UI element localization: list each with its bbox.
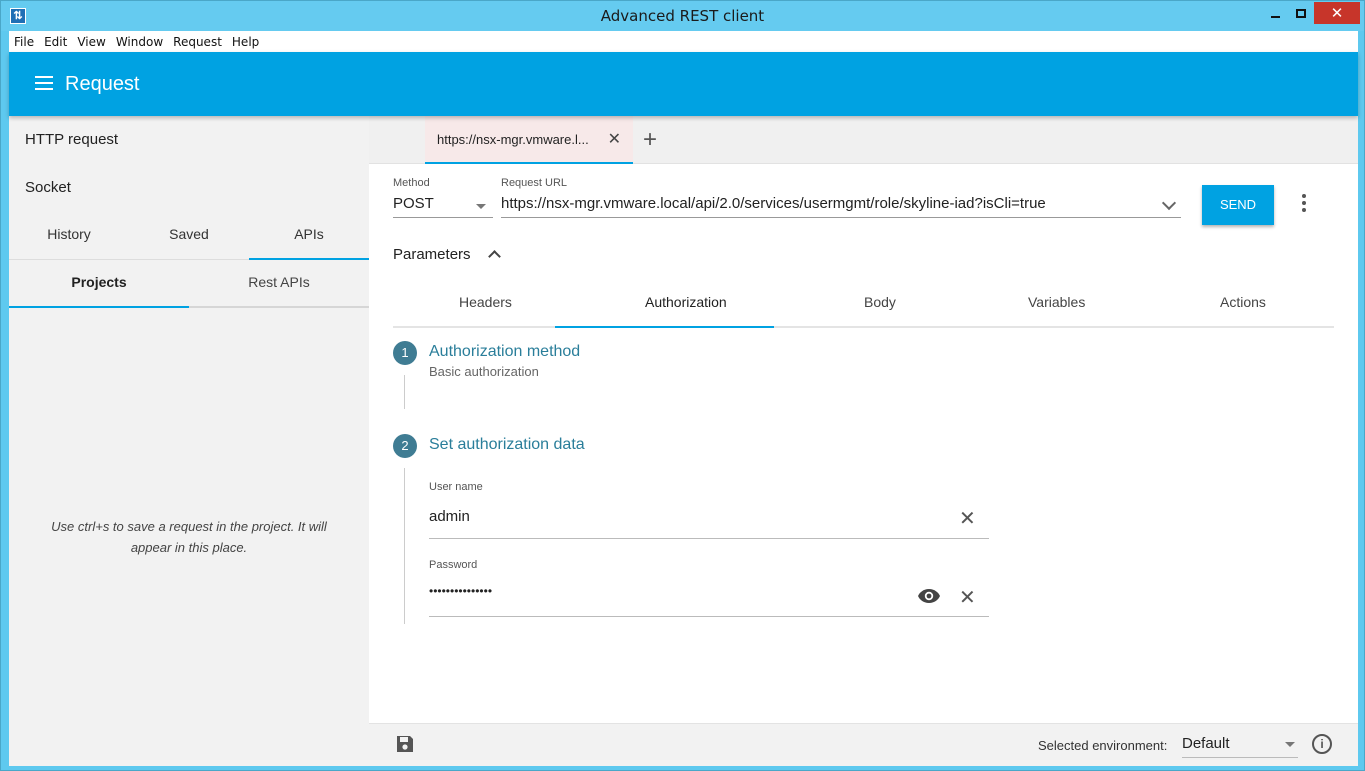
clear-password-icon[interactable]: ✕ [959,585,976,610]
step-1-title[interactable]: Authorization method [429,343,580,361]
menu-help[interactable]: Help [227,35,264,49]
tab-actions[interactable]: Actions [1220,294,1266,310]
nav-http-request[interactable]: HTTP request [25,131,118,148]
menu-window[interactable]: Window [111,35,168,49]
tab-headers[interactable]: Headers [459,294,512,310]
maximize-icon [1296,8,1306,18]
environment-dropdown-icon[interactable] [1285,742,1295,747]
environment-label: Selected environment: [1038,738,1168,753]
tab-history[interactable]: History [9,214,129,259]
username-label: User name [429,481,483,493]
method-select[interactable]: POST [393,195,434,212]
method-dropdown-icon[interactable] [476,204,486,209]
tab-variables[interactable]: Variables [1028,294,1085,310]
sidebar: HTTP request Socket History Saved APIs P… [9,116,369,766]
page-title: Request [65,73,140,95]
sidebar-subtabs: Projects Rest APIs [9,260,369,308]
title-bar: ⇅ Advanced REST client ✕ [1,1,1364,31]
minimize-icon [1270,16,1280,18]
username-input[interactable]: admin [429,508,470,525]
close-icon: ✕ [1330,5,1344,22]
step-2-badge: 2 [393,434,417,458]
clear-username-icon[interactable]: ✕ [959,506,976,531]
send-button[interactable]: SEND [1202,185,1274,225]
active-tab-indicator [555,326,774,328]
add-tab-icon[interactable]: + [643,126,657,154]
menu-bar: File Edit View Window Request Help [9,31,1358,52]
footer-bar: Selected environment: Default i [369,723,1358,766]
nav-socket[interactable]: Socket [25,179,71,196]
more-options-icon[interactable] [1302,194,1306,215]
save-icon[interactable] [396,735,414,753]
url-input[interactable]: https://nsx-mgr.vmware.local/api/2.0/ser… [501,195,1046,212]
menu-view[interactable]: View [72,35,110,49]
info-icon[interactable]: i [1312,734,1332,754]
environment-select[interactable]: Default [1182,735,1230,752]
password-underline [429,616,989,617]
eye-icon[interactable] [917,588,941,604]
menu-file[interactable]: File [9,35,39,49]
method-underline [393,217,493,218]
url-label: Request URL [501,177,568,189]
menu-icon[interactable] [35,76,53,90]
step-1-badge: 1 [393,341,417,365]
empty-projects-message: Use ctrl+s to save a request in the proj… [51,519,327,555]
method-label: Method [393,177,430,189]
tab-saved[interactable]: Saved [129,214,249,259]
request-tab[interactable]: https://nsx-mgr.vmware.l... ✕ [425,116,633,164]
url-history-chevron-icon[interactable] [1161,195,1177,211]
window-title: Advanced REST client [600,7,765,25]
maximize-button[interactable] [1288,2,1314,24]
auth-method-value: Basic authorization [429,364,539,379]
tab-projects[interactable]: Projects [9,260,189,308]
app-bar: Request [9,52,1358,116]
username-underline [429,538,989,539]
environment-underline [1182,757,1298,758]
parameters-tabs: Headers Authorization Body Variables Act… [393,284,1334,328]
chevron-up-icon[interactable] [488,250,501,263]
step-connector [404,375,405,409]
menu-edit[interactable]: Edit [39,35,72,49]
tab-rest-apis[interactable]: Rest APIs [189,260,369,306]
step-2-title[interactable]: Set authorization data [429,436,585,454]
tab-apis[interactable]: APIs [249,214,369,260]
sidebar-tabs: History Saved APIs [9,214,369,260]
close-tab-icon[interactable]: ✕ [608,129,621,149]
request-tab-label: https://nsx-mgr.vmware.l... [437,132,589,147]
request-panel: https://nsx-mgr.vmware.l... ✕ + Method P… [369,116,1358,766]
minimize-button[interactable] [1262,2,1288,24]
tab-body[interactable]: Body [864,294,896,310]
password-label: Password [429,559,478,571]
step-2-connector [404,468,405,624]
url-underline [501,217,1181,218]
close-window-button[interactable]: ✕ [1314,2,1360,24]
menu-request[interactable]: Request [168,35,227,49]
parameters-toggle[interactable]: Parameters [393,246,471,263]
app-window: ⇅ Advanced REST client ✕ File Edit View … [0,0,1365,771]
password-input[interactable]: ••••••••••••••• [429,584,492,598]
tab-authorization[interactable]: Authorization [645,294,727,310]
request-tab-bar: https://nsx-mgr.vmware.l... ✕ + [369,116,1358,164]
